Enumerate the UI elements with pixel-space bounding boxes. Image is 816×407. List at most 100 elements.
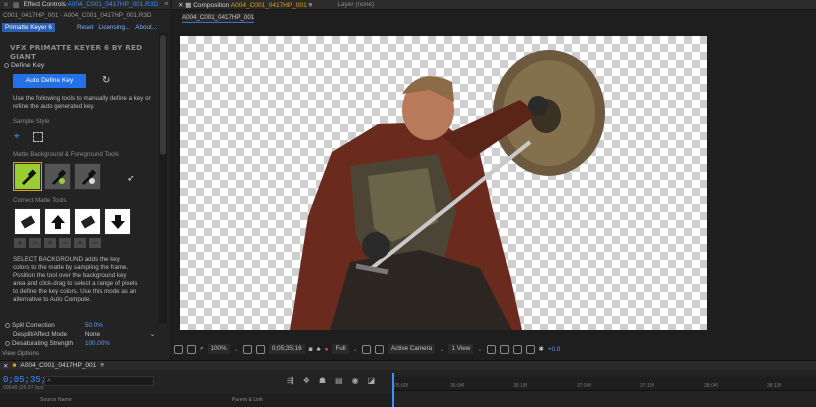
matte-sponge-tool[interactable] (74, 208, 101, 235)
viewer-toolbar: ⌕ 100% ⌄ 0;05;35;16 ◙ ♣ ● Full ⌄ Active … (172, 342, 816, 356)
playhead[interactable] (392, 373, 394, 407)
spill-value[interactable]: 50.0% (85, 322, 103, 329)
matte-tools-label: Matte Background & Foreground Tools (13, 151, 119, 158)
ruler-tick: 37:19f (640, 383, 654, 389)
stopwatch-icon[interactable] (5, 340, 10, 346)
keyed-subject-image (290, 50, 605, 330)
reset-link[interactable]: Reset (77, 24, 93, 31)
layer-search-input[interactable]: ⌕ (44, 376, 154, 386)
ruler-tick: 05:00f (394, 383, 408, 389)
point-sample-icon[interactable]: ⌖ (14, 132, 24, 142)
current-time[interactable]: 0;05;35;16 (268, 344, 305, 354)
matte-tools-row (13, 162, 101, 191)
sponge-icon (80, 215, 95, 228)
mouse-cursor-icon: ➶ (127, 173, 135, 183)
layer-column-header: Source Name Parent & Link (0, 394, 392, 406)
close-icon[interactable]: ✕ (3, 1, 9, 9)
composition-tab[interactable]: ✕ ▦ Composition A004_C001_0417HP_001 ≡ (172, 1, 312, 9)
despill-mode-select[interactable]: None ⌄ (85, 331, 155, 338)
intro-text: Use the following tools to manually defi… (13, 95, 151, 110)
always-preview-icon[interactable] (174, 344, 183, 354)
mask-icon[interactable] (255, 344, 265, 354)
matte-up-tool[interactable] (44, 208, 71, 235)
resolution-select[interactable]: Full (332, 344, 349, 354)
layer-path: C001_0417HP_001 · A004_C001_0417HP_001.R… (3, 12, 152, 19)
show-snapshot-icon[interactable]: ♣ (317, 346, 321, 353)
graph-editor-icon[interactable]: ◪ (368, 376, 376, 385)
effect-controls-panel: ✕ ▦ Effect Controls A004_C001_0417HP_001… (0, 0, 170, 360)
twirl-icon[interactable] (4, 62, 9, 68)
matte-down-tool[interactable] (104, 208, 131, 235)
time-ruler[interactable]: 05:00f 36:04f 36:19f 37:04f 37:19f 38:04… (392, 377, 816, 391)
fast-preview-icon[interactable] (499, 344, 509, 354)
scrollbar-thumb[interactable] (160, 35, 166, 155)
define-key-group[interactable]: Define Key (4, 62, 44, 69)
minus-icon[interactable]: − (89, 238, 101, 248)
clean-bg-tool[interactable] (44, 163, 71, 190)
zoom-select[interactable]: 100% (207, 344, 230, 354)
effect-name[interactable]: Primatte Keyer 6 (2, 22, 55, 32)
about-link[interactable]: About... (135, 24, 157, 31)
shy-icon[interactable]: ☗ (319, 376, 326, 385)
color-channel-icon[interactable]: ● (325, 346, 329, 353)
minus-icon[interactable]: − (59, 238, 71, 248)
correct-tools-label: Correct Matte Tools (13, 197, 67, 204)
parent-link-header[interactable]: Parent & Link (232, 397, 263, 403)
auto-define-key-button[interactable]: Auto Define Key (13, 74, 86, 88)
lock-icon[interactable]: ▦ (13, 1, 20, 9)
close-icon[interactable]: ✕ (3, 362, 8, 370)
param-spill-correction: Spill Correction 50.0% (5, 322, 103, 329)
timeline-tab[interactable]: ✕ ■ A004_C001_0417HP_001 ≡ (0, 361, 816, 370)
effect-controls-tab[interactable]: ✕ ▦ Effect Controls A004_C001_0417HP_001… (0, 0, 170, 10)
licensing-link[interactable]: Licensing... (98, 24, 130, 31)
minus-icon[interactable]: − (29, 238, 41, 248)
roi-icon[interactable] (361, 344, 371, 354)
timeline-fps: 09648 (29.97 fps) (3, 385, 44, 391)
stopwatch-icon[interactable] (5, 322, 10, 328)
effect-header-row: Primatte Keyer 6 Reset Licensing... Abou… (0, 22, 170, 32)
exposure-value[interactable]: +0.0 (548, 346, 560, 353)
reset-icon[interactable]: ↻ (102, 75, 113, 86)
comp-subtab[interactable]: A004_C001_0417HP_001 (182, 13, 254, 23)
ruler-tick: 36:19f (513, 383, 527, 389)
camera-snapshot-icon[interactable]: ◙ (309, 346, 313, 353)
timeline-icon[interactable] (512, 344, 522, 354)
eyedropper-icon (21, 168, 36, 185)
search-icon: ⌕ (47, 377, 51, 384)
comp-mini-flowchart-icon[interactable]: ⇶ (287, 376, 294, 385)
plus-icon[interactable]: + (14, 238, 26, 248)
plus-icon[interactable]: + (44, 238, 56, 248)
zoom-icon[interactable]: ⌕ (200, 345, 204, 353)
composition-viewer[interactable] (180, 36, 707, 330)
menu-icon[interactable]: ≡ (164, 1, 168, 8)
region-icon[interactable] (187, 344, 196, 354)
views-select[interactable]: 1 View (448, 344, 474, 354)
ruler-tick: 37:04f (577, 383, 591, 389)
plus-icon[interactable]: + (74, 238, 86, 248)
draft-3d-icon[interactable]: ❖ (303, 376, 310, 385)
box-sample-icon[interactable] (33, 132, 43, 142)
motion-blur-icon[interactable]: ◉ (352, 376, 359, 385)
select-background-tool[interactable] (13, 162, 42, 191)
source-name-header[interactable]: Source Name (40, 397, 72, 403)
comp-color-icon: ■ (12, 362, 17, 369)
toggle-pixel-icon[interactable] (486, 344, 496, 354)
menu-icon[interactable]: ≡ (100, 362, 104, 369)
sponge-icon (20, 215, 35, 228)
effect-scrollbar[interactable] (159, 33, 167, 323)
view-options[interactable]: View Options (2, 350, 39, 357)
effect-controls-title: Effect Controls A004_C001_0417HP_001.R3D (23, 1, 159, 8)
exposure-icon[interactable]: ✱ (539, 346, 544, 353)
clean-fg-tool[interactable] (74, 163, 101, 190)
spill-sponge-tool[interactable] (14, 208, 41, 235)
param-despill-mode: Despill/Affect Mode None ⌄ (13, 331, 155, 338)
grid-icon[interactable] (242, 344, 252, 354)
timeline-panel: ✕ ■ A004_C001_0417HP_001 ≡ 0;05;35;16 09… (0, 360, 816, 407)
desaturating-value[interactable]: 100.00% (85, 340, 110, 347)
flowchart-icon[interactable] (525, 344, 535, 354)
frame-blending-icon[interactable]: ▤ (335, 376, 343, 385)
camera-select[interactable]: Active Camera (387, 344, 436, 354)
composition-tab-row: ✕ ▦ Composition A004_C001_0417HP_001 ≡ L… (172, 0, 816, 10)
layer-tab[interactable]: Layer (none) (312, 1, 374, 8)
transparency-grid-icon[interactable] (374, 344, 384, 354)
